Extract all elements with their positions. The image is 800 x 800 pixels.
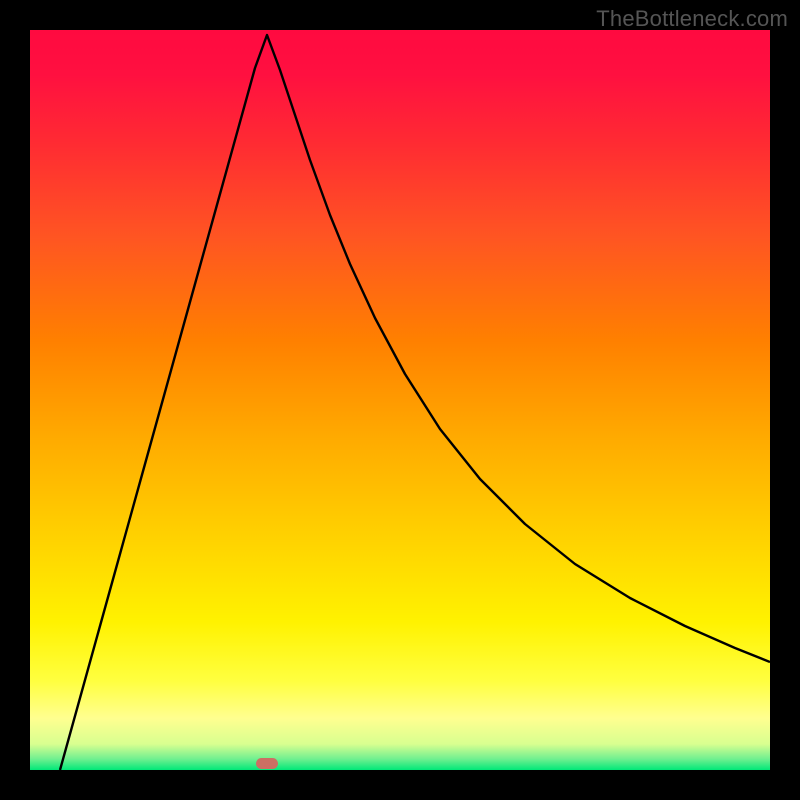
optimal-marker bbox=[256, 758, 278, 769]
chart-frame: TheBottleneck.com bbox=[0, 0, 800, 800]
watermark-text: TheBottleneck.com bbox=[596, 6, 788, 32]
plot-area bbox=[30, 30, 770, 770]
bottleneck-curve bbox=[30, 30, 770, 770]
